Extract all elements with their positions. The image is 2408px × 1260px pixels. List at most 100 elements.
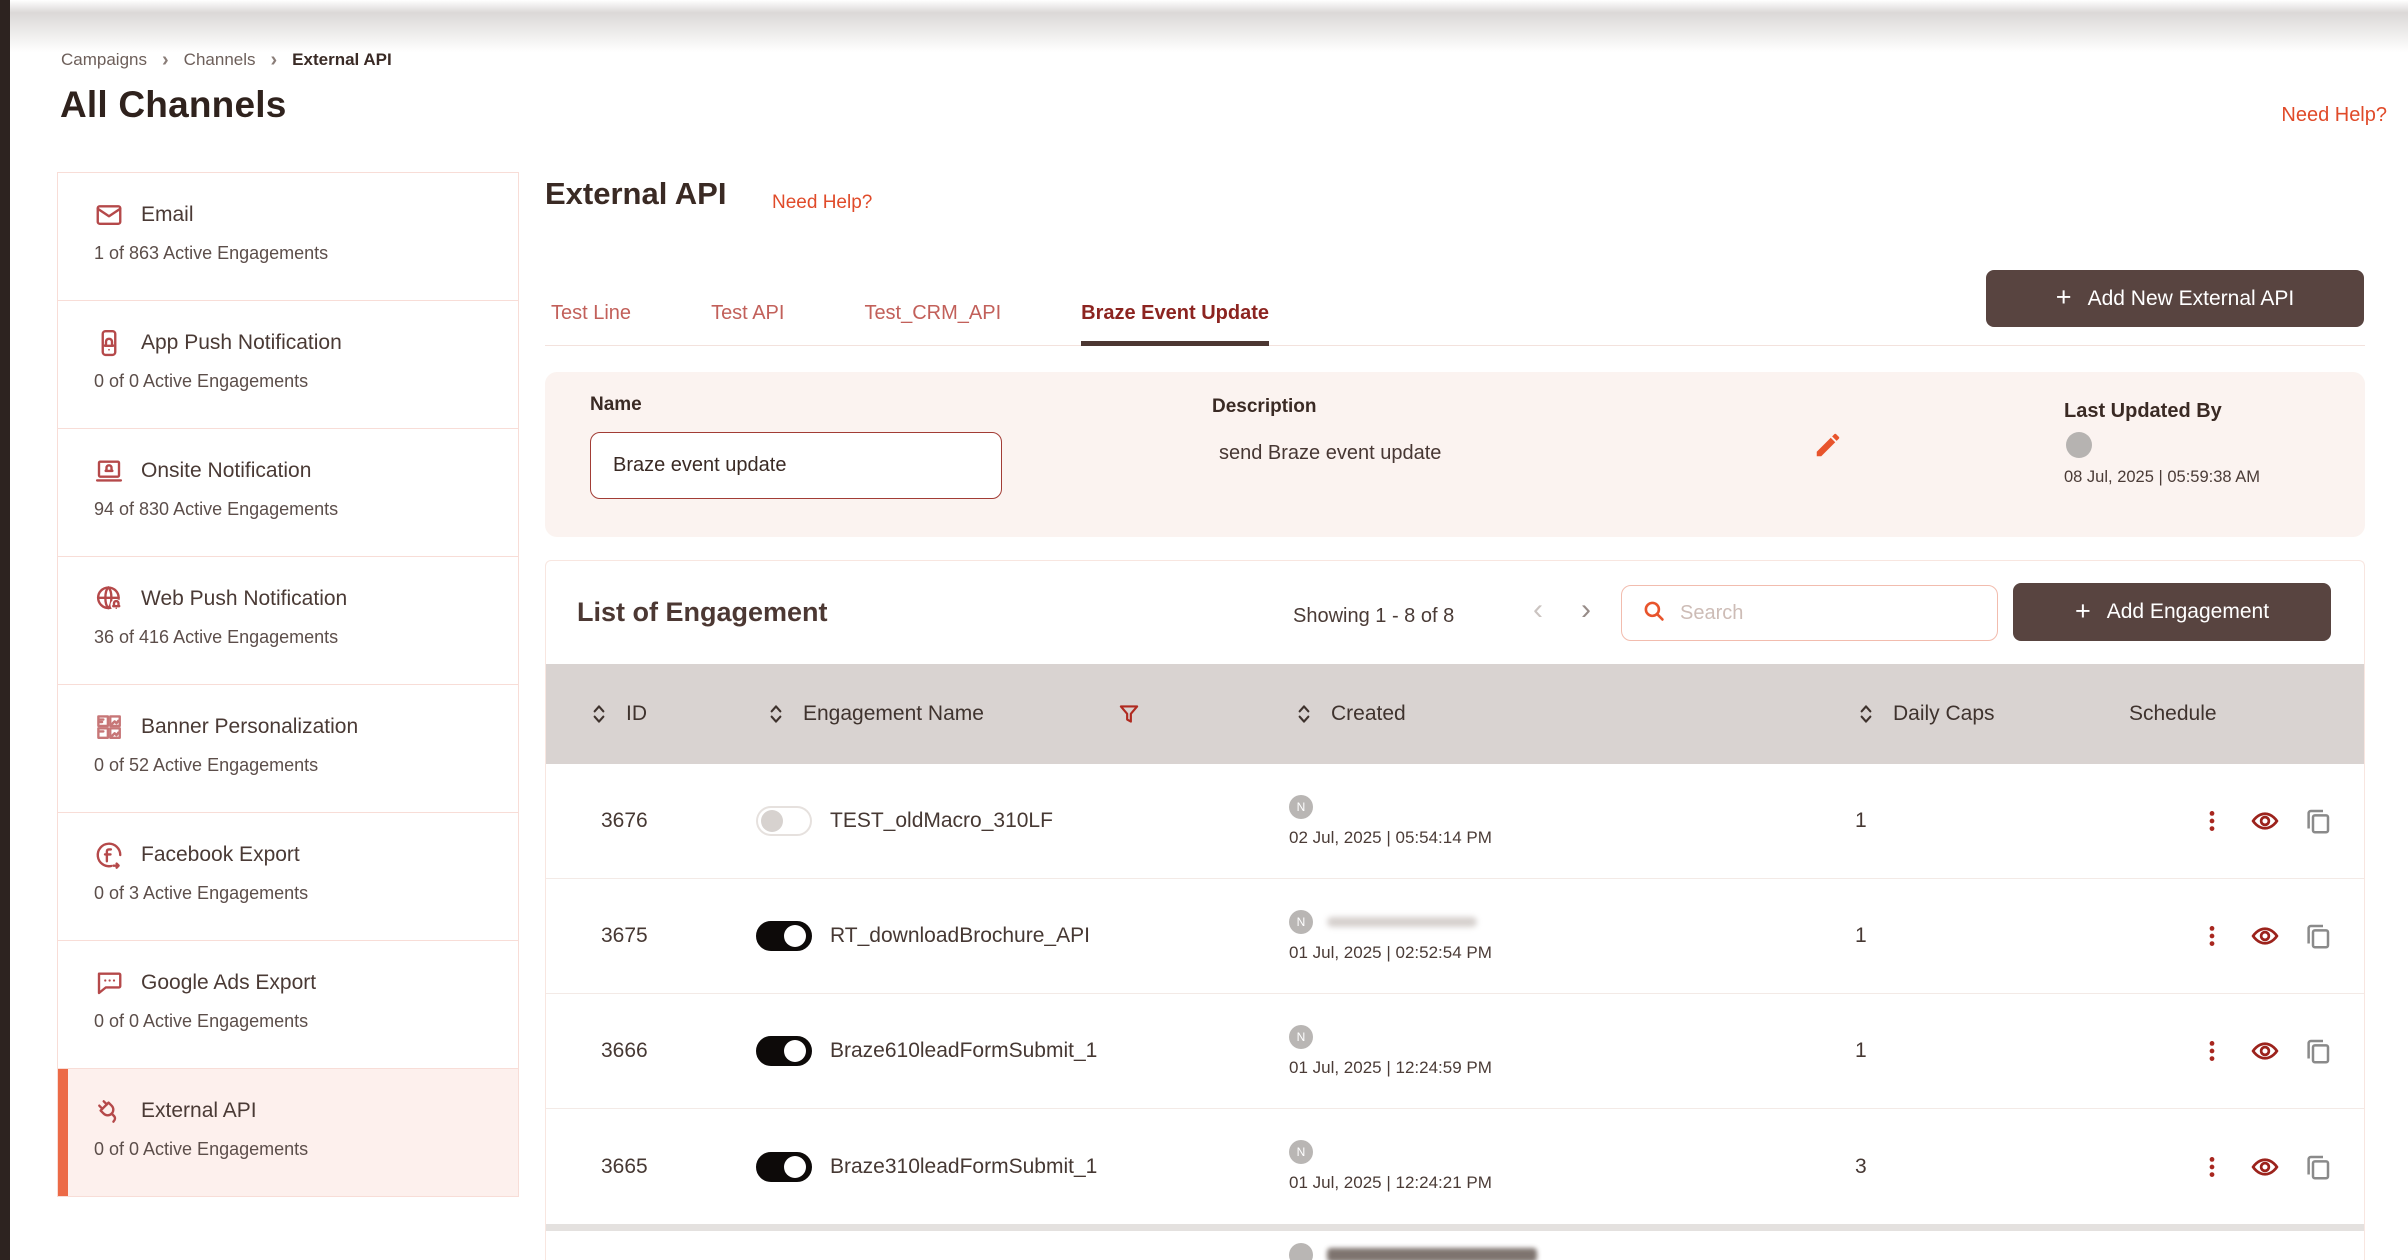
toggle-knob [784, 1040, 806, 1062]
name-input[interactable] [590, 432, 1002, 499]
view-eye-icon[interactable] [2250, 921, 2280, 951]
toggle-knob [784, 925, 806, 947]
sidebar-item-web-push[interactable]: Web Push Notification 36 of 416 Active E… [57, 556, 519, 685]
column-header-schedule: Schedule [2129, 702, 2217, 726]
sidebar-item-stats: 0 of 0 Active Engagements [94, 1139, 508, 1160]
page-title: All Channels [60, 84, 287, 126]
avatar [2066, 432, 2092, 458]
column-header-daily-caps[interactable]: Daily Caps [1893, 702, 1995, 726]
breadcrumb-current: External API [292, 50, 392, 70]
row-menu-icon[interactable] [2197, 806, 2227, 836]
daily-caps-value: 1 [1831, 809, 2081, 833]
copy-icon[interactable] [2303, 1036, 2333, 1066]
sidebar-item-stats: 0 of 52 Active Engagements [94, 755, 508, 776]
sidebar-item-onsite-notification[interactable]: Onsite Notification 94 of 830 Active Eng… [57, 428, 519, 557]
edit-pencil-icon[interactable] [1813, 430, 1843, 460]
enable-toggle[interactable] [756, 1152, 812, 1182]
sidebar-item-stats: 0 of 0 Active Engagements [94, 371, 508, 392]
need-help-link-top[interactable]: Need Help? [2281, 104, 2387, 127]
view-eye-icon[interactable] [2250, 1036, 2280, 1066]
collapsed-nav-strip[interactable] [0, 0, 10, 1260]
created-timestamp: 02 Jul, 2025 | 05:54:14 PM [1289, 828, 1831, 848]
creator-avatar: N [1289, 910, 1313, 934]
sidebar-item-email[interactable]: Email 1 of 863 Active Engagements [57, 172, 519, 301]
copy-icon[interactable] [2303, 921, 2333, 951]
filter-funnel-icon[interactable] [1116, 701, 1142, 727]
search-icon [1641, 598, 1667, 629]
plus-icon: + [2056, 284, 2072, 311]
section-title-external-api: External API [545, 176, 726, 212]
sort-icon[interactable] [763, 701, 789, 727]
column-header-engagement-name[interactable]: Engagement Name [803, 702, 984, 726]
enable-toggle[interactable] [756, 806, 812, 836]
sidebar-item-app-push[interactable]: App Push Notification 0 of 0 Active Enga… [57, 300, 519, 429]
tab-braze-event-update[interactable]: Braze Event Update [1081, 284, 1269, 346]
table-row-partial [546, 1231, 2364, 1260]
list-title: List of Engagement [577, 597, 828, 628]
sidebar-item-label: Facebook Export [141, 843, 300, 867]
google-ads-icon [94, 968, 124, 998]
sort-icon[interactable] [1291, 701, 1317, 727]
chevron-right-icon: › [162, 50, 169, 70]
enable-toggle[interactable] [756, 921, 812, 951]
sidebar-item-banner-personalization[interactable]: Banner Personalization 0 of 52 Active En… [57, 684, 519, 813]
row-menu-icon[interactable] [2197, 1152, 2227, 1182]
description-value: send Braze event update [1219, 442, 1441, 465]
channels-sidebar: Email 1 of 863 Active Engagements App Pu… [57, 172, 519, 1197]
description-label: Description [1212, 396, 1317, 418]
tab-test-api[interactable]: Test API [711, 284, 784, 346]
creator-avatar: N [1289, 795, 1313, 819]
add-engagement-button[interactable]: + Add Engagement [2013, 583, 2331, 641]
onsite-notification-icon [94, 456, 124, 486]
facebook-icon [94, 840, 124, 870]
last-updated-value: 08 Jul, 2025 | 05:59:38 AM [2064, 468, 2260, 487]
search-box[interactable] [1621, 585, 1998, 641]
sort-icon[interactable] [586, 701, 612, 727]
table-row: 3666 Braze610leadFormSubmit_1 N 01 Jul, … [546, 994, 2364, 1109]
breadcrumb-channels[interactable]: Channels [184, 50, 256, 70]
row-group-divider [546, 1224, 2364, 1231]
search-input[interactable] [1680, 602, 1960, 625]
sidebar-item-facebook-export[interactable]: Facebook Export 0 of 3 Active Engagement… [57, 812, 519, 941]
engagement-list-section: List of Engagement Showing 1 - 8 of 8 ‹ … [545, 560, 2365, 1260]
page-next-icon[interactable]: › [1581, 595, 1591, 625]
enable-toggle[interactable] [756, 1036, 812, 1066]
need-help-link-section[interactable]: Need Help? [772, 192, 872, 214]
tab-test-line[interactable]: Test Line [551, 284, 631, 346]
sidebar-item-stats: 0 of 0 Active Engagements [94, 1011, 508, 1032]
view-eye-icon[interactable] [2250, 806, 2280, 836]
external-api-icon [94, 1096, 124, 1126]
column-header-id[interactable]: ID [626, 702, 647, 726]
banner-icon [94, 712, 124, 742]
sidebar-item-external-api[interactable]: External API 0 of 0 Active Engagements [57, 1068, 519, 1197]
pagination-status: Showing 1 - 8 of 8 [1293, 605, 1454, 628]
add-new-external-api-button[interactable]: + Add New External API [1986, 270, 2364, 327]
email-icon [94, 200, 124, 230]
row-menu-icon[interactable] [2197, 1036, 2227, 1066]
row-menu-icon[interactable] [2197, 921, 2227, 951]
sidebar-item-stats: 1 of 863 Active Engagements [94, 243, 508, 264]
sidebar-item-label: Banner Personalization [141, 715, 358, 739]
daily-caps-value: 3 [1831, 1155, 2081, 1179]
page-prev-icon[interactable]: ‹ [1533, 595, 1543, 625]
partial-creator-name [1327, 1248, 1537, 1260]
daily-caps-value: 1 [1831, 1039, 2081, 1063]
engagement-id: 3676 [546, 809, 741, 833]
sort-icon[interactable] [1853, 701, 1879, 727]
breadcrumb-campaigns[interactable]: Campaigns [61, 50, 147, 70]
created-timestamp: 01 Jul, 2025 | 12:24:21 PM [1289, 1173, 1831, 1193]
creator-avatar: N [1289, 1140, 1313, 1164]
web-push-icon [94, 584, 124, 614]
plus-icon: + [2075, 598, 2091, 625]
tab-test-crm-api[interactable]: Test_CRM_API [864, 284, 1001, 346]
sidebar-item-google-ads-export[interactable]: Google Ads Export 0 of 0 Active Engageme… [57, 940, 519, 1069]
engagement-id: 3675 [546, 924, 741, 948]
engagement-name: Braze310leadFormSubmit_1 [830, 1155, 1097, 1179]
table-header: ID Engagement Name Created Daily Caps Sc… [546, 664, 2364, 764]
view-eye-icon[interactable] [2250, 1152, 2280, 1182]
api-details-panel: Name Description send Braze event update… [545, 372, 2365, 537]
engagement-name: RT_downloadBrochure_API [830, 924, 1090, 948]
column-header-created[interactable]: Created [1331, 702, 1406, 726]
copy-icon[interactable] [2303, 1152, 2333, 1182]
copy-icon[interactable] [2303, 806, 2333, 836]
